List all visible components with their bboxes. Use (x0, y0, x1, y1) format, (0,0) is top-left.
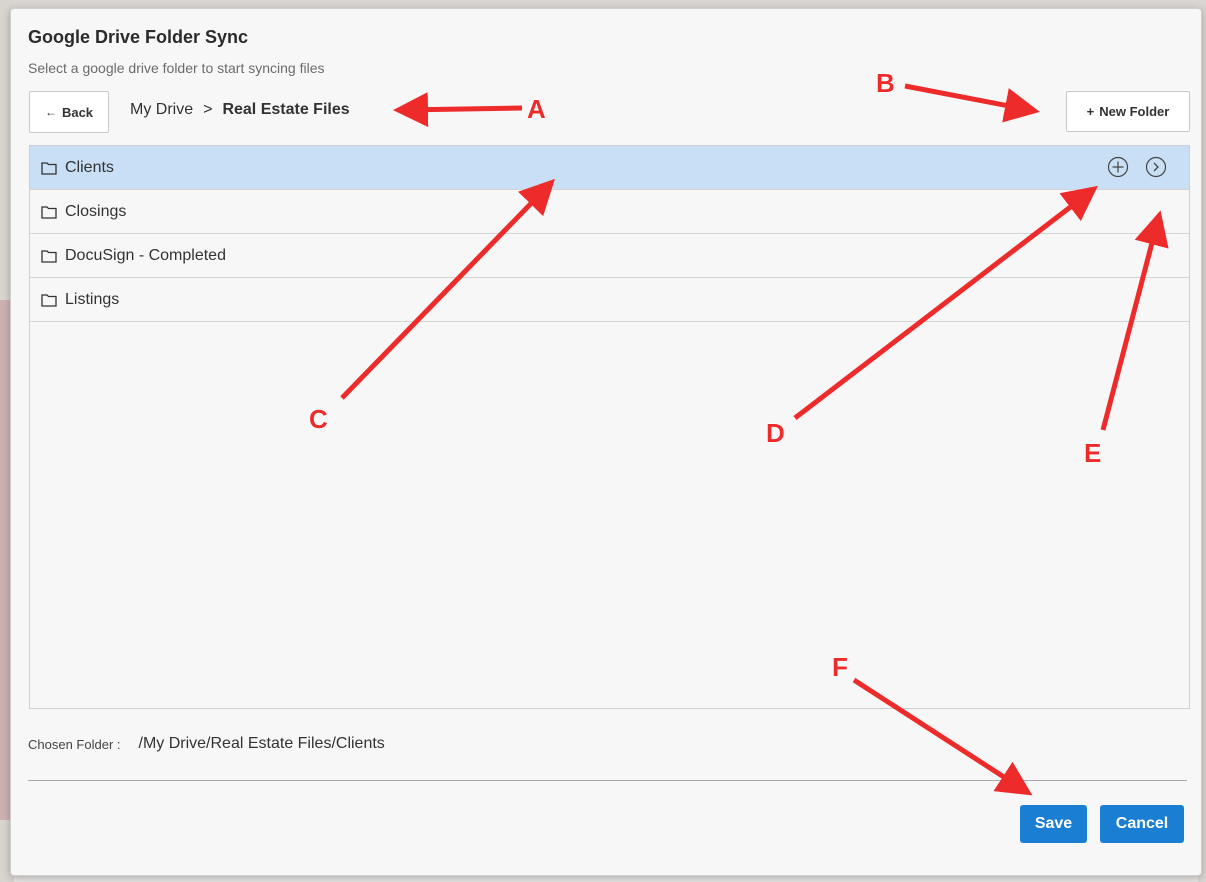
back-button[interactable]: ← Back (29, 91, 109, 133)
folder-name: Closings (65, 202, 127, 220)
back-button-label: Back (61, 104, 94, 120)
folder-row[interactable]: Clients (30, 146, 1189, 190)
row-actions (1107, 156, 1167, 178)
chosen-folder-label: Chosen Folder : (28, 736, 121, 752)
new-folder-label: New Folder (1099, 104, 1170, 119)
dialog-subtitle: Select a google drive folder to start sy… (28, 60, 325, 76)
new-folder-button[interactable]: + New Folder (1066, 91, 1190, 132)
folder-icon (41, 205, 57, 219)
dialog-title: Google Drive Folder Sync (28, 27, 249, 47)
folder-sync-dialog: Google Drive Folder Sync Select a google… (10, 8, 1202, 876)
folder-name: Listings (65, 290, 120, 308)
circle-chevron-right-icon[interactable] (1145, 156, 1167, 178)
plus-icon: + (1086, 104, 1095, 119)
folder-icon (41, 249, 57, 263)
folder-icon (41, 161, 57, 175)
chosen-folder: Chosen Folder : /My Drive/Real Estate Fi… (28, 735, 385, 753)
folder-icon (41, 293, 57, 307)
folder-name: Clients (65, 158, 114, 176)
cancel-button[interactable]: Cancel (1100, 805, 1184, 843)
save-button[interactable]: Save (1020, 805, 1087, 843)
folder-row[interactable]: DocuSign - Completed (30, 234, 1189, 278)
circle-plus-icon[interactable] (1107, 156, 1129, 178)
folder-row[interactable]: Closings (30, 190, 1189, 234)
breadcrumb: My Drive > Real Estate Files (130, 101, 350, 119)
breadcrumb-current: Real Estate Files (222, 101, 350, 118)
folder-row[interactable]: Listings (30, 278, 1189, 322)
chosen-folder-path: /My Drive/Real Estate Files/Clients (138, 735, 385, 752)
breadcrumb-separator: > (203, 101, 213, 118)
folder-list: Clients Closings DocuSign - Completed Li… (29, 145, 1190, 709)
footer-divider (28, 780, 1187, 781)
breadcrumb-root[interactable]: My Drive (130, 101, 193, 119)
folder-name: DocuSign - Completed (65, 246, 226, 264)
arrow-left-icon: ← (44, 105, 57, 119)
